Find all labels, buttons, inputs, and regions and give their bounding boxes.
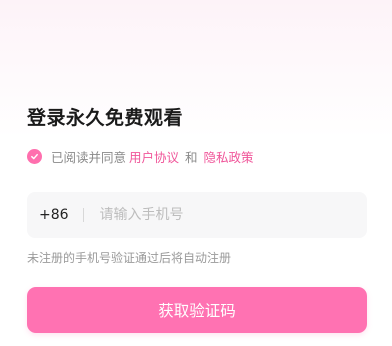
check-icon — [31, 153, 38, 160]
get-code-button[interactable]: 获取验证码 — [27, 287, 367, 333]
privacy-policy-link[interactable]: 隐私政策 — [204, 147, 254, 166]
phone-divider — [82, 208, 84, 222]
page-title: 登录永久免费观看 — [27, 107, 184, 129]
agreement-prefix: 已阅读并同意 — [51, 150, 127, 165]
country-code-selector[interactable]: +86 — [39, 207, 69, 223]
agreement-checkbox[interactable] — [27, 149, 42, 164]
phone-field[interactable]: +86 — [27, 192, 367, 238]
agreement-and: 和 — [185, 150, 198, 165]
phone-input[interactable] — [97, 206, 367, 224]
login-page: 登录永久免费观看 已阅读并同意 用户协议 和 隐私政策 +86 未注册的手机号验… — [0, 0, 392, 346]
agreement-row: 已阅读并同意 用户协议 和 隐私政策 — [27, 147, 257, 166]
user-agreement-link[interactable]: 用户协议 — [129, 147, 179, 166]
auto-register-hint: 未注册的手机号验证通过后将自动注册 — [27, 251, 232, 265]
